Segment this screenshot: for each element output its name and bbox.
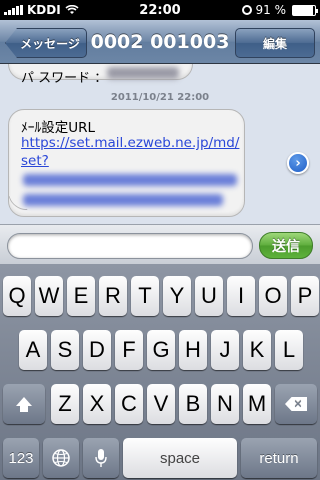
- key-v[interactable]: V: [147, 384, 175, 424]
- battery-fill: [293, 5, 314, 15]
- key-j[interactable]: J: [211, 330, 239, 370]
- key-u[interactable]: U: [195, 276, 223, 316]
- key-w[interactable]: W: [35, 276, 63, 316]
- wifi-icon: [65, 5, 79, 14]
- delete-icon: ✕: [285, 397, 307, 411]
- back-button[interactable]: メッセージ: [5, 28, 87, 58]
- rotation-lock-icon: [241, 5, 252, 15]
- globe-key[interactable]: [43, 438, 79, 478]
- previous-message-label: パ スワード ：: [21, 71, 108, 86]
- return-key[interactable]: return: [241, 438, 317, 478]
- status-right: 91 %: [241, 3, 318, 17]
- message-thread[interactable]: パ スワード ： 2011/10/21 22:00 ﾒｰﾙ設定URL https…: [0, 64, 320, 224]
- key-k[interactable]: K: [243, 330, 271, 370]
- message-bubble-received[interactable]: ﾒｰﾙ設定URL https://set.mail.ezweb.ne.jp/md…: [8, 109, 245, 217]
- key-f[interactable]: F: [115, 330, 143, 370]
- message-input[interactable]: [7, 233, 253, 259]
- redacted-link-line-1: [23, 174, 237, 186]
- chevron-right-icon[interactable]: ›: [287, 152, 309, 174]
- key-y[interactable]: Y: [163, 276, 191, 316]
- key-d[interactable]: D: [83, 330, 111, 370]
- signal-strength-icon: [4, 5, 23, 15]
- battery-percent: 91 %: [255, 3, 287, 17]
- message-link[interactable]: https://set.mail.ezweb.ne.jp/md/set?: [21, 134, 243, 170]
- key-l[interactable]: L: [275, 330, 303, 370]
- space-key[interactable]: space: [123, 438, 237, 478]
- status-bar: KDDI 22:00 91 %: [0, 0, 320, 20]
- key-m[interactable]: M: [243, 384, 271, 424]
- keyboard: Q W E R T Y U I O P A S D F G H J K L Z …: [0, 264, 320, 480]
- key-q[interactable]: Q: [3, 276, 31, 316]
- message-timestamp: 2011/10/21 22:00: [110, 92, 210, 103]
- message-bubble-previous[interactable]: パ スワード ：: [8, 64, 193, 86]
- send-button[interactable]: 送信: [259, 232, 313, 259]
- message-heading: ﾒｰﾙ設定URL: [21, 120, 96, 136]
- carrier-name: KDDI: [27, 3, 61, 17]
- redacted-link-line-2: [23, 194, 223, 206]
- key-i[interactable]: I: [227, 276, 255, 316]
- microphone-icon: [95, 449, 107, 467]
- key-g[interactable]: G: [147, 330, 175, 370]
- edit-button[interactable]: 編集: [235, 28, 315, 58]
- key-e[interactable]: E: [67, 276, 95, 316]
- key-c[interactable]: C: [115, 384, 143, 424]
- conversation-title: 0002 001003: [90, 31, 230, 53]
- globe-icon: [52, 449, 70, 467]
- redacted-text: [107, 67, 179, 79]
- key-s[interactable]: S: [51, 330, 79, 370]
- status-left: KDDI: [4, 3, 79, 17]
- key-p[interactable]: P: [291, 276, 319, 316]
- key-x[interactable]: X: [83, 384, 111, 424]
- key-n[interactable]: N: [211, 384, 239, 424]
- status-clock: 22:00: [139, 2, 181, 18]
- shift-key[interactable]: [3, 384, 45, 424]
- numbers-key[interactable]: 123: [3, 438, 39, 478]
- key-b[interactable]: B: [179, 384, 207, 424]
- dictation-key[interactable]: [83, 438, 119, 478]
- key-h[interactable]: H: [179, 330, 207, 370]
- key-t[interactable]: T: [131, 276, 159, 316]
- key-a[interactable]: A: [19, 330, 47, 370]
- delete-key[interactable]: ✕: [275, 384, 317, 424]
- key-z[interactable]: Z: [51, 384, 79, 424]
- navigation-bar: メッセージ 0002 001003 編集: [0, 20, 320, 64]
- key-r[interactable]: R: [99, 276, 127, 316]
- compose-bar: 送信: [0, 224, 320, 264]
- battery-icon: [292, 4, 318, 16]
- key-o[interactable]: O: [259, 276, 287, 316]
- shift-icon: [16, 396, 32, 412]
